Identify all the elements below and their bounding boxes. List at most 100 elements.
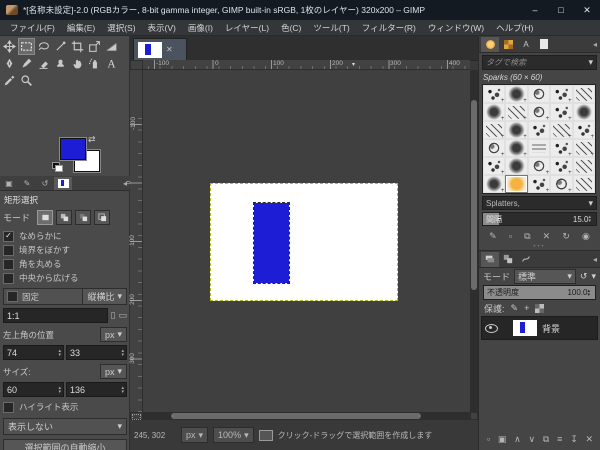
brush-item[interactable] [573,103,595,121]
new-layer-icon[interactable]: ▫ [487,434,490,444]
tab-channels[interactable] [499,252,517,267]
brush-item[interactable] [528,121,550,139]
tab-undo-history[interactable]: ↺ [36,177,54,190]
auto-shrink-button[interactable]: 選択範囲の自動縮小 [3,439,127,450]
vertical-ruler[interactable]: -100 0 100 200 300 [130,70,143,412]
brush-item[interactable] [505,103,527,121]
tab-fonts[interactable]: A [517,37,535,52]
eraser-tool[interactable] [35,55,52,72]
mode-intersect-button[interactable] [94,210,110,225]
aspect-ratio-input[interactable]: 1:1 [3,308,108,323]
tab-document-history[interactable] [535,37,553,52]
tab-layers[interactable] [481,252,499,267]
expand-center-checkbox[interactable] [3,273,14,284]
antialias-checkbox[interactable]: ✓ [3,231,14,242]
color-picker-tool[interactable] [1,72,18,89]
horizontal-scrollbar[interactable] [143,412,470,420]
close-button[interactable]: ✕ [574,0,600,20]
fixed-option[interactable]: 固定 縦横比 ▾ [3,288,127,305]
spin-down-icon[interactable]: ▾ [587,293,590,297]
menu-windows[interactable]: ウィンドウ(W) [422,22,490,34]
brush-item[interactable] [550,175,572,193]
unit-dropdown[interactable]: px ▾ [181,427,208,443]
text-tool[interactable]: A [103,55,120,72]
menu-colors[interactable]: 色(C) [275,22,307,34]
lock-position-icon[interactable]: + [524,303,529,313]
spin-down-icon[interactable]: ▾ [121,390,124,394]
brush-item[interactable] [528,103,550,121]
clone-tool[interactable] [52,55,69,72]
horizontal-scroll-thumb[interactable] [171,413,421,419]
brush-item[interactable] [550,103,572,121]
position-x-spinner[interactable]: 74 ▴▾ [3,345,64,360]
expand-center-option[interactable]: 中央から広げる [3,271,127,285]
feather-option[interactable]: 境界をぼかす [3,243,127,257]
default-colors-icon[interactable] [52,162,62,171]
rounded-corners-checkbox[interactable] [3,259,14,270]
measure-tool[interactable] [52,38,69,55]
brush-item[interactable] [505,85,527,103]
tab-images[interactable] [54,177,72,190]
transform-tool[interactable] [86,38,103,55]
brush-item[interactable] [483,85,505,103]
size-unit-dropdown[interactable]: px ▾ [100,364,127,379]
brush-item[interactable] [550,139,572,157]
layer-mode-dropdown[interactable]: 標準 ▾ [514,269,576,284]
rectangle-select-tool[interactable] [18,38,35,55]
layer-row[interactable]: 背景 [481,316,598,340]
smudge-tool[interactable] [69,55,86,72]
position-y-spinner[interactable]: 33 ▴▾ [66,345,127,360]
lower-layer-icon[interactable]: ∨ [529,434,536,445]
canvas-viewport[interactable] [143,70,470,412]
brush-item[interactable] [573,121,595,139]
mode-add-button[interactable] [56,210,72,225]
mode-replace-button[interactable] [37,210,53,225]
tab-menu-arrow-icon[interactable]: ◂ [593,255,600,264]
size-height-spinner[interactable]: 136 ▴▾ [66,382,127,397]
brush-item[interactable] [528,85,550,103]
duplicate-layer-icon[interactable]: ⧉ [543,434,549,445]
chevron-down-icon[interactable]: ▾ [591,271,596,282]
tab-paths[interactable] [517,252,535,267]
swap-colors-icon[interactable]: ⇄ [88,134,96,145]
lock-alpha-icon[interactable] [535,304,544,313]
brush-grid[interactable] [482,84,596,194]
merge-layer-icon[interactable]: ≡ [557,434,562,444]
highlight-option[interactable]: ハイライト表示 [3,400,127,414]
refresh-brushes-icon[interactable]: ↻ [562,231,570,242]
duplicate-brush-icon[interactable]: ⧉ [524,231,530,242]
spin-down-icon[interactable]: ▾ [58,390,61,394]
position-unit-dropdown[interactable]: px ▾ [100,327,127,342]
brush-item[interactable] [573,85,595,103]
highlight-checkbox[interactable] [3,402,14,413]
brush-spacing-slider[interactable]: 間隔 15.0 ▴▾ [482,212,597,226]
brush-item[interactable] [528,157,550,175]
delete-layer-icon[interactable]: ✕ [586,434,594,445]
menu-help[interactable]: ヘルプ(H) [490,22,539,34]
close-image-icon[interactable]: ✕ [166,45,173,54]
brush-item[interactable] [550,85,572,103]
brush-item[interactable] [573,139,595,157]
brush-filter-field[interactable]: タグで検索 ▾ [482,55,597,70]
delete-brush-icon[interactable]: ✕ [543,231,551,242]
brush-item[interactable] [483,139,505,157]
rounded-corners-option[interactable]: 角を丸める [3,257,127,271]
brush-item[interactable] [483,175,505,193]
crop-tool[interactable] [69,38,86,55]
image-tab[interactable]: ✕ [133,38,187,60]
size-width-spinner[interactable]: 60 ▴▾ [3,382,64,397]
zoom-tool[interactable] [18,72,35,89]
brush-item[interactable] [573,175,595,193]
spin-down-icon[interactable]: ▾ [58,353,61,357]
tab-menu-arrow-icon[interactable]: ◂ [593,40,600,49]
menu-image[interactable]: 画像(I) [182,22,219,34]
layer-name[interactable]: 背景 [542,322,560,335]
brush-item[interactable] [483,103,505,121]
brush-item[interactable] [483,157,505,175]
menu-view[interactable]: 表示(V) [142,22,182,34]
spin-down-icon[interactable]: ▾ [588,219,591,223]
mode-subtract-button[interactable] [75,210,91,225]
menu-file[interactable]: ファイル(F) [4,22,61,34]
landscape-orientation-icon[interactable]: ▭ [118,310,127,321]
menu-select[interactable]: 選択(S) [101,22,141,34]
